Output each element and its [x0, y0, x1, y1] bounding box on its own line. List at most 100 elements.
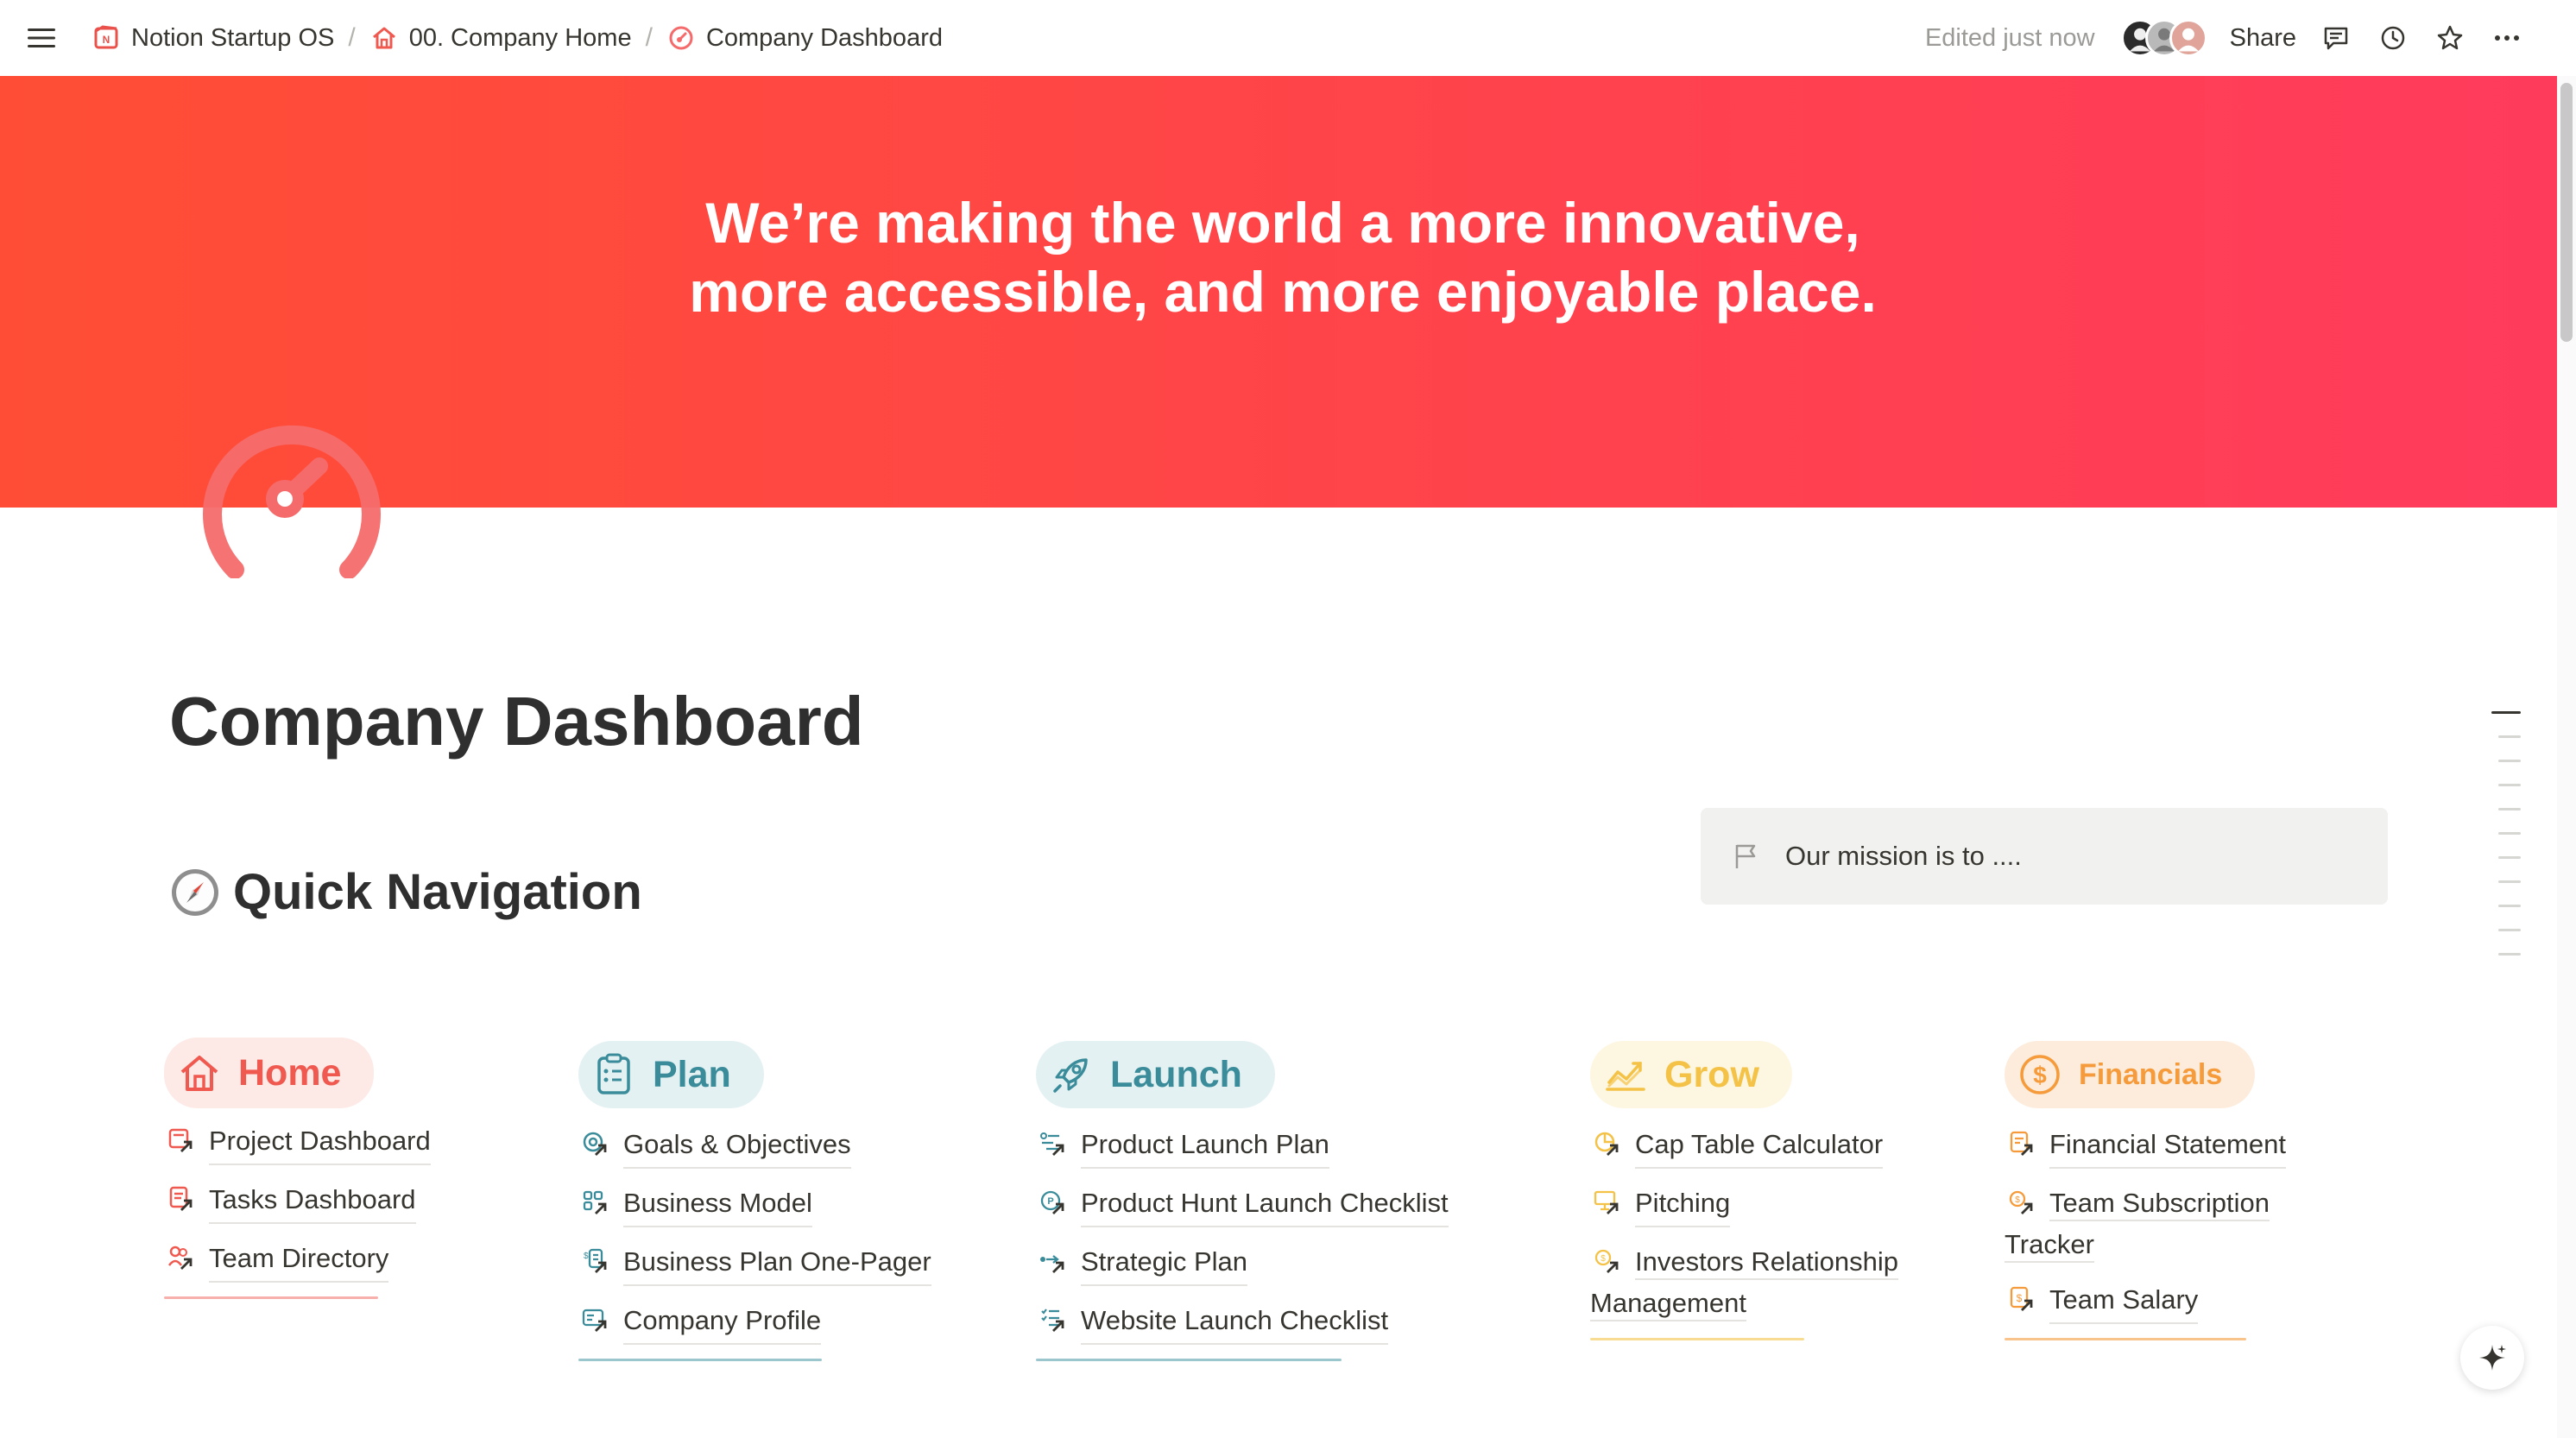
svg-text:$: $	[584, 1252, 589, 1261]
link-label: Strategic Plan	[1081, 1241, 1247, 1286]
dashboard-gauge-icon	[669, 26, 693, 50]
link-financial-statement[interactable]: Financial Statement	[2005, 1124, 2333, 1169]
breadcrumb-item-startup-os[interactable]: N Notion Startup OS	[83, 16, 343, 60]
flag-icon	[1735, 844, 1756, 868]
link-label: Financial Statement	[2049, 1124, 2286, 1169]
cover-line: more accessible, and more enjoyable plac…	[689, 260, 1877, 324]
link-cap-table-calculator[interactable]: Cap Table Calculator	[1590, 1124, 1953, 1169]
link-project-dashboard[interactable]: Project Dashboard	[164, 1120, 431, 1165]
page-link-icon: $	[582, 1241, 613, 1283]
column-underline	[1590, 1338, 1804, 1340]
scrollbar[interactable]	[2557, 76, 2576, 1438]
page-link-icon	[167, 1120, 199, 1162]
link-team-subscription-tracker[interactable]: $ Team Subscription Tracker	[2005, 1183, 2333, 1265]
page-link-icon	[167, 1238, 199, 1279]
breadcrumb-item-company-dashboard[interactable]: Company Dashboard	[658, 16, 951, 60]
history-clock-icon[interactable]	[2376, 21, 2410, 55]
link-product-launch-plan[interactable]: Product Launch Plan	[1036, 1124, 1449, 1169]
quick-navigation-heading[interactable]: Quick Navigation	[169, 863, 642, 921]
page-link-icon: P	[1039, 1183, 1070, 1224]
share-button[interactable]: Share	[2230, 24, 2296, 53]
link-label: Goals & Objectives	[623, 1124, 851, 1169]
home-icon	[372, 27, 395, 49]
breadcrumb-label: 00. Company Home	[408, 23, 632, 52]
topbar-actions: Edited just now Share	[1925, 0, 2524, 76]
page-link-icon	[167, 1179, 199, 1220]
breadcrumb-separator: /	[348, 23, 356, 52]
financials-header-button[interactable]: $ Financials	[2005, 1041, 2256, 1108]
plan-header-button[interactable]: Plan	[578, 1041, 764, 1108]
page-link-icon	[1039, 1241, 1070, 1283]
sidebar-menu-icon[interactable]	[26, 22, 57, 54]
grow-header-button[interactable]: Grow	[1590, 1041, 1792, 1108]
svg-text:N: N	[103, 34, 110, 46]
link-team-salary[interactable]: $ Team Salary	[2005, 1279, 2333, 1324]
link-product-hunt-launch-checklist[interactable]: P Product Hunt Launch Checklist	[1036, 1183, 1449, 1227]
link-goals-objectives[interactable]: Goals & Objectives	[578, 1124, 931, 1169]
page-link-icon	[1594, 1124, 1625, 1165]
page-link-icon: $	[2008, 1183, 2039, 1224]
callout-text: Our mission is to ....	[1785, 841, 2022, 871]
column-title: Grow	[1664, 1053, 1759, 1095]
home-header-button[interactable]: Home	[164, 1038, 375, 1108]
nav-column-home: Home Project Dashboard Tasks Dashboard T…	[164, 1038, 431, 1299]
page-link-icon	[1039, 1300, 1070, 1341]
link-label: Product Launch Plan	[1081, 1124, 1329, 1169]
column-underline	[1036, 1359, 1342, 1361]
page-link-icon: $	[2008, 1279, 2039, 1321]
link-strategic-plan[interactable]: Strategic Plan	[1036, 1241, 1449, 1286]
link-label: Team Salary	[2049, 1279, 2199, 1324]
clipboard-checklist-icon	[597, 1053, 630, 1094]
link-label: Company Profile	[623, 1300, 822, 1345]
breadcrumb: N Notion Startup OS / 00. Company Home /…	[83, 0, 951, 76]
link-label: Pitching	[1635, 1183, 1731, 1227]
dollar-coin-icon: $	[2020, 1055, 2060, 1094]
nav-column-grow: Grow Cap Table Calculator Pitching $ Inve…	[1590, 1041, 1953, 1340]
breadcrumb-label: Notion Startup OS	[131, 23, 335, 52]
link-business-plan-one-pager[interactable]: $ Business Plan One-Pager	[578, 1241, 931, 1286]
edited-status: Edited just now	[1924, 23, 2095, 52]
nav-column-financials: $ Financials Financial Statement $ Team S…	[2005, 1041, 2333, 1340]
compass-icon	[172, 868, 218, 916]
breadcrumb-label: Company Dashboard	[705, 23, 943, 52]
page-title[interactable]: Company Dashboard	[169, 682, 864, 761]
cover-line: We’re making the world a more innovative…	[705, 191, 1860, 255]
column-underline	[164, 1296, 378, 1299]
page-link-icon	[582, 1300, 613, 1341]
avatar[interactable]	[2169, 19, 2207, 57]
link-label: Product Hunt Launch Checklist	[1081, 1183, 1449, 1227]
link-label: Tasks Dashboard	[209, 1179, 416, 1224]
comments-icon[interactable]	[2319, 21, 2353, 55]
link-website-launch-checklist[interactable]: Website Launch Checklist	[1036, 1300, 1449, 1345]
favorite-star-icon[interactable]	[2433, 21, 2467, 55]
link-investors-relationship-management[interactable]: $ Investors Relationship Management	[1590, 1241, 1953, 1324]
top-bar: N Notion Startup OS / 00. Company Home /…	[0, 0, 2576, 76]
link-label: Project Dashboard	[209, 1120, 431, 1165]
link-pitching[interactable]: Pitching	[1590, 1183, 1953, 1227]
page-link-icon	[1594, 1183, 1625, 1224]
link-company-profile[interactable]: Company Profile	[578, 1300, 931, 1345]
launch-header-button[interactable]: Launch	[1036, 1041, 1275, 1108]
growth-chart-icon	[1606, 1062, 1645, 1091]
section-heading-text: Quick Navigation	[233, 864, 642, 920]
scrollbar-thumb[interactable]	[2560, 83, 2573, 342]
link-label: Website Launch Checklist	[1081, 1300, 1389, 1345]
collaborator-avatars[interactable]	[2120, 19, 2207, 57]
more-dots-icon[interactable]	[2490, 21, 2524, 55]
link-business-model[interactable]: Business Model	[578, 1183, 931, 1227]
link-tasks-dashboard[interactable]: Tasks Dashboard	[164, 1179, 431, 1224]
column-underline	[2005, 1338, 2246, 1340]
column-underline	[578, 1359, 822, 1361]
page-link-icon	[582, 1183, 613, 1224]
svg-text:$: $	[2033, 1062, 2047, 1088]
page-link-icon	[2008, 1124, 2039, 1165]
column-title: Financials	[2079, 1057, 2223, 1091]
link-team-directory[interactable]: Team Directory	[164, 1238, 431, 1283]
ai-assistant-button[interactable]	[2460, 1326, 2524, 1390]
link-label: Team Directory	[209, 1238, 389, 1283]
table-of-contents-indicator[interactable]	[2491, 711, 2521, 977]
breadcrumb-item-company-home[interactable]: 00. Company Home	[361, 16, 641, 60]
link-label: Business Model	[623, 1183, 812, 1227]
mission-callout[interactable]: Our mission is to ....	[1701, 808, 2388, 905]
dashboard-gauge-icon[interactable]	[199, 406, 385, 579]
